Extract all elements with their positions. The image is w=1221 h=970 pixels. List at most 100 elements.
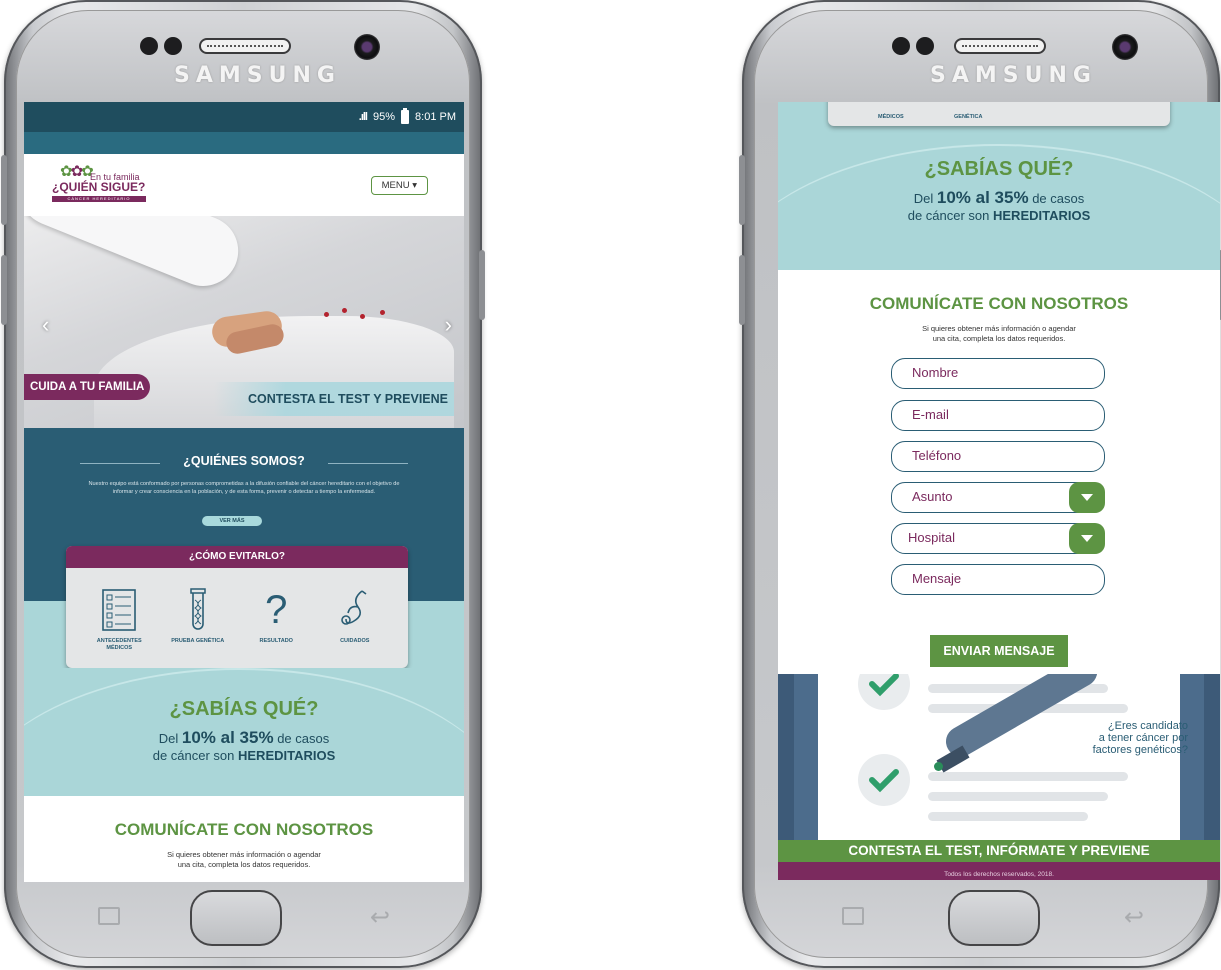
evitar-label: MÉDICOS: [878, 114, 904, 120]
stethoscope-icon: [321, 586, 389, 634]
battery-icon: [401, 108, 410, 124]
status-bar: .ıll 95% 8:01 PM: [24, 102, 464, 132]
hospital-select[interactable]: Hospital: [891, 523, 1105, 554]
name-field[interactable]: Nombre: [891, 358, 1105, 389]
evitar-label: PRUEBA GENÉTICA: [171, 638, 225, 644]
device-brand: SAMSUNG: [930, 63, 1097, 88]
back-icon[interactable]: ↩: [1124, 903, 1144, 932]
checklist-icon: [85, 586, 153, 634]
sabias-que-section: ¿SABÍAS QUÉ? Del 10% al 35% de casos de …: [24, 668, 464, 796]
recent-apps-icon[interactable]: [98, 907, 120, 925]
home-button[interactable]: [948, 890, 1040, 946]
ver-mas-button[interactable]: VER MÁS: [202, 516, 262, 526]
section-text: Nuestro equipo está conformado por perso…: [88, 481, 400, 495]
section-title: COMUNÍCATE CON NOSOTROS: [114, 820, 374, 839]
hero-carousel: ‹ › CUIDA A TU FAMILIA CONTESTA EL TEST …: [24, 216, 464, 428]
stat-line: Del 10% al 35% de casos: [913, 188, 1085, 207]
logo[interactable]: ✿✿✿ En tu familia ¿QUIÉN SIGUE? CÁNCER H…: [52, 160, 162, 210]
line-placeholder: [928, 772, 1128, 781]
quienes-somos-section: ¿QUIÉNES SOMOS? Nuestro equipo está conf…: [24, 428, 464, 546]
evitar-item-prueba[interactable]: PRUEBA GENÉTICA: [164, 586, 232, 652]
evitar-label: GENÉTICA: [954, 114, 983, 120]
phone-left: SAMSUNG .ıll 95% 8:01 PM ✿✿✿ En tu famil…: [1, 0, 485, 968]
como-evitarlo-card: ¿CÓMO EVITARLO? ANTECEDENTES MÉDICOS PRU…: [66, 546, 408, 668]
evitar-item-resultado[interactable]: ? RESULTADO: [242, 586, 310, 652]
sensor-dots: [140, 37, 182, 57]
illustration-panel: [794, 674, 818, 840]
screen: MÉDICOS GENÉTICA ¿SABÍAS QUÉ? Del 10% al…: [778, 102, 1220, 880]
section-text: Si quieres obtener más información o age…: [167, 850, 321, 869]
subject-select[interactable]: Asunto: [891, 482, 1105, 513]
hero-dot: [324, 312, 329, 317]
front-camera: [1112, 34, 1138, 60]
line-placeholder: [928, 812, 1088, 821]
evitar-item-antecedentes[interactable]: ANTECEDENTES MÉDICOS: [85, 586, 153, 652]
header-band: [24, 132, 464, 154]
evitar-label: CUIDADOS: [340, 638, 370, 644]
question-icon: ?: [265, 587, 288, 632]
test-illustration: ¿Eres candidato a tener cáncer por facto…: [778, 674, 1220, 840]
hero-cta[interactable]: CONTESTA EL TEST Y PREVIENE: [214, 382, 454, 416]
device-brand: SAMSUNG: [174, 63, 341, 88]
section-title: ¿SABÍAS QUÉ?: [924, 158, 1074, 180]
stat-line: Del 10% al 35% de casos: [158, 728, 330, 747]
logo-strip: CÁNCER HEREDITARIO: [52, 196, 146, 202]
cta-banner[interactable]: CONTESTA EL TEST, INFÓRMATE Y PREVIENE: [778, 840, 1220, 862]
battery-percent: 95%: [373, 111, 396, 123]
hero-dot: [360, 314, 365, 319]
contacto-section: COMUNÍCATE CON NOSOTROS Si quieres obten…: [24, 796, 464, 882]
carousel-prev-icon[interactable]: ‹: [42, 312, 49, 338]
test-tube-icon: [164, 586, 232, 634]
hero-doctor-arm: [24, 216, 249, 297]
como-evitarlo-card-bottom: MÉDICOS GENÉTICA: [828, 102, 1170, 126]
check-icon: [858, 674, 910, 710]
screen: .ıll 95% 8:01 PM ✿✿✿ En tu familia ¿QUIÉ…: [24, 102, 464, 882]
section-title: COMUNÍCATE CON NOSOTROS: [869, 294, 1129, 313]
power-button: [479, 250, 485, 320]
home-button[interactable]: [190, 890, 282, 946]
menu-button[interactable]: MENU ▾: [370, 175, 428, 195]
stat-line: de cáncer son HEREDITARIOS: [907, 208, 1091, 223]
contact-form: COMUNÍCATE CON NOSOTROS Si quieres obten…: [778, 270, 1220, 674]
logo-title: ¿QUIÉN SIGUE?: [52, 180, 146, 194]
como-evitarlo-area: ¿CÓMO EVITARLO? ANTECEDENTES MÉDICOS PRU…: [24, 546, 464, 668]
back-icon[interactable]: ↩: [370, 903, 390, 932]
sensor-dots: [892, 37, 934, 57]
section-text: Si quieres obtener más información o age…: [922, 324, 1076, 343]
volume-button: [739, 155, 745, 225]
evitar-item-cuidados[interactable]: CUIDADOS: [321, 586, 389, 652]
stat-line: de cáncer son HEREDITARIOS: [152, 748, 336, 763]
footer: Todos los derechos reservados, 2018.: [778, 862, 1220, 880]
hero-dot: [342, 308, 347, 313]
message-field[interactable]: Mensaje: [891, 564, 1105, 595]
check-icon: [858, 754, 910, 806]
chevron-down-icon[interactable]: [1069, 482, 1105, 513]
phone-field[interactable]: Teléfono: [891, 441, 1105, 472]
hero-pill-label[interactable]: CUIDA A TU FAMILIA: [24, 374, 150, 400]
evitar-label: ANTECEDENTES MÉDICOS: [96, 638, 142, 651]
pen-ball: [934, 762, 943, 771]
hero-dot: [380, 310, 385, 315]
illustration-question: ¿Eres candidato a tener cáncer por facto…: [1092, 720, 1188, 756]
sabias-que-section: MÉDICOS GENÉTICA ¿SABÍAS QUÉ? Del 10% al…: [778, 102, 1220, 270]
divider: [328, 463, 408, 464]
chevron-down-icon[interactable]: [1069, 523, 1105, 554]
section-title: ¿SABÍAS QUÉ?: [169, 698, 319, 720]
signal-icon: .ıll: [358, 111, 368, 123]
volume-button: [1, 155, 7, 225]
volume-button: [1, 255, 7, 325]
card-title: ¿CÓMO EVITARLO?: [66, 546, 408, 568]
section-title: ¿QUIÉNES SOMOS?: [183, 454, 305, 468]
recent-apps-icon[interactable]: [842, 907, 864, 925]
speaker-grille: [954, 38, 1046, 54]
illustration-panel: [1180, 674, 1204, 840]
volume-button: [739, 255, 745, 325]
email-field[interactable]: E-mail: [891, 400, 1105, 431]
clock: 8:01 PM: [415, 111, 456, 123]
carousel-next-icon[interactable]: ›: [445, 312, 452, 338]
front-camera: [354, 34, 380, 60]
send-message-button[interactable]: ENVIAR MENSAJE: [930, 635, 1068, 667]
line-placeholder: [928, 792, 1108, 801]
evitar-label: RESULTADO: [259, 638, 293, 644]
flower-icon: ✿✿✿: [60, 163, 94, 180]
